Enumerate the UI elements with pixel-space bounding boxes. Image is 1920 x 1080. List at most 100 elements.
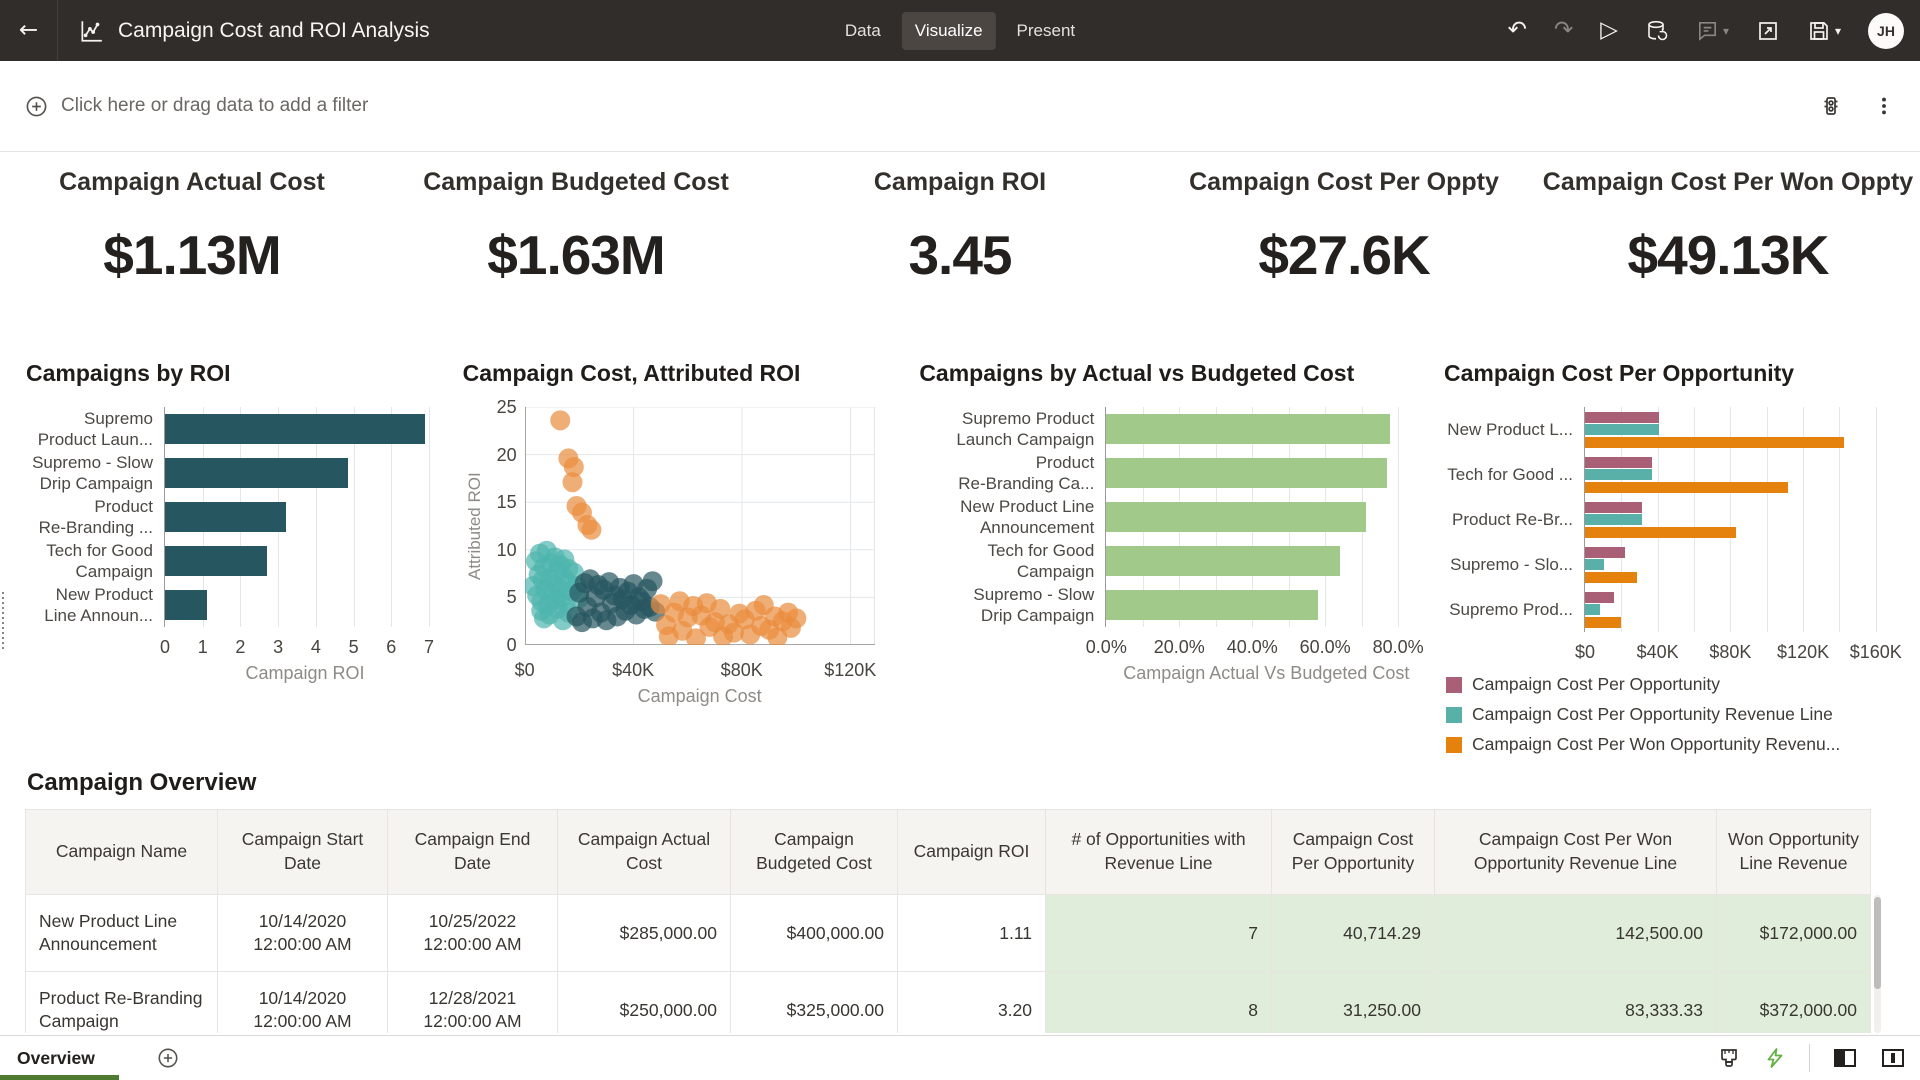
table-cell[interactable]: 10/14/2020 12:00:00 AM xyxy=(218,972,388,1034)
canvas-resize-handle[interactable] xyxy=(2,592,4,650)
bar-campaign-cost-per-opportunity[interactable] xyxy=(1585,412,1659,423)
undo-button[interactable]: ↶ xyxy=(1508,19,1527,42)
tab-present[interactable]: Present xyxy=(1004,12,1089,50)
column-header[interactable]: Campaign Name xyxy=(26,810,218,895)
kpi-tile[interactable]: Campaign Actual Cost$1.13M xyxy=(0,152,384,344)
save-menu-button[interactable]: ▾ xyxy=(1807,19,1841,43)
table-cell[interactable]: 1.11 xyxy=(898,895,1046,972)
chart-cost-per-opportunity[interactable]: Campaign Cost Per Opportunity New Produc… xyxy=(1444,344,1894,755)
bar[interactable] xyxy=(165,502,286,532)
bar[interactable] xyxy=(165,590,207,620)
bar-campaign-cost-per-opportunity[interactable] xyxy=(1585,592,1614,603)
bar-campaign-cost-per-opportunity-revenue-line[interactable] xyxy=(1585,469,1652,480)
bar[interactable] xyxy=(165,458,348,488)
bar-campaign-cost-per-opportunity-revenue-line[interactable] xyxy=(1585,559,1604,570)
column-header[interactable]: Campaign Cost Per Won Opportunity Revenu… xyxy=(1435,810,1717,895)
bar-campaign-cost-per-opportunity-revenue-line[interactable] xyxy=(1585,514,1642,525)
column-header[interactable]: Campaign Budgeted Cost xyxy=(731,810,898,895)
scatter-point[interactable] xyxy=(550,410,570,430)
table-cell[interactable]: $250,000.00 xyxy=(558,972,731,1034)
scatter-point[interactable] xyxy=(642,571,662,591)
campaign-overview-table[interactable]: Campaign NameCampaign Start DateCampaign… xyxy=(25,809,1881,1033)
chart-cost-attributed-roi[interactable]: Campaign Cost, Attributed ROI Attributed… xyxy=(463,344,903,755)
table-cell[interactable]: 8 xyxy=(1046,972,1272,1034)
toggle-left-panel-button[interactable] xyxy=(1832,1046,1858,1070)
toggle-right-panel-button[interactable] xyxy=(1880,1046,1906,1070)
kpi-tile[interactable]: Campaign Budgeted Cost$1.63M xyxy=(384,152,768,344)
bar[interactable] xyxy=(1106,414,1390,444)
bar[interactable] xyxy=(1106,458,1387,488)
axis-tick: 6 xyxy=(386,637,396,658)
bar[interactable] xyxy=(1106,546,1339,576)
table-cell[interactable]: Product Re-Branding Campaign xyxy=(26,972,218,1034)
back-button[interactable]: ← xyxy=(0,0,58,61)
legend-item[interactable]: Campaign Cost Per Won Opportunity Revenu… xyxy=(1446,734,1894,755)
table-cell[interactable]: 142,500.00 xyxy=(1435,895,1717,972)
kpi-tile[interactable]: Campaign Cost Per Won Oppty$49.13K xyxy=(1536,152,1920,344)
bar-campaign-cost-per-opportunity[interactable] xyxy=(1585,547,1625,558)
table-scrollbar[interactable] xyxy=(1874,895,1881,1033)
canvas-style-button[interactable] xyxy=(1717,1046,1741,1070)
table-cell[interactable]: 7 xyxy=(1046,895,1272,972)
add-filter-target[interactable]: Click here or drag data to add a filter xyxy=(25,95,368,118)
table-cell[interactable]: 3.20 xyxy=(898,972,1046,1034)
column-header[interactable]: Campaign End Date xyxy=(388,810,558,895)
table-cell[interactable]: 10/25/2022 12:00:00 AM xyxy=(388,895,558,972)
bar-campaign-cost-per-opportunity[interactable] xyxy=(1585,457,1652,468)
export-window-button[interactable] xyxy=(1756,19,1780,43)
canvas-menu-button[interactable] xyxy=(1873,95,1895,117)
bar[interactable] xyxy=(1106,502,1366,532)
canvas-tab-overview[interactable]: Overview xyxy=(17,1048,95,1069)
table-scrollbar-thumb[interactable] xyxy=(1874,897,1881,989)
pinned-filters-button[interactable] xyxy=(1819,94,1843,118)
column-header[interactable]: Campaign Start Date xyxy=(218,810,388,895)
redo-button[interactable]: ↷ xyxy=(1554,19,1573,42)
table-row[interactable]: New Product Line Announcement10/14/2020 … xyxy=(26,895,1871,972)
bar[interactable] xyxy=(165,546,267,576)
chart-campaigns-by-roi[interactable]: Campaigns by ROI SupremoProduct Laun...S… xyxy=(26,344,446,755)
kpi-tile[interactable]: Campaign ROI3.45 xyxy=(768,152,1152,344)
table-cell[interactable]: 12/28/2021 12:00:00 AM xyxy=(388,972,558,1034)
add-canvas-button[interactable] xyxy=(157,1047,179,1069)
table-cell[interactable]: $285,000.00 xyxy=(558,895,731,972)
bar[interactable] xyxy=(165,414,425,444)
bar-campaign-cost-per-opportunity-revenue-line[interactable] xyxy=(1585,424,1659,435)
scatter-point[interactable] xyxy=(581,520,601,540)
bar-campaign-cost-per-won-opportunity-revenu-[interactable] xyxy=(1585,572,1637,583)
bar[interactable] xyxy=(1106,590,1318,620)
chart-actual-vs-budgeted[interactable]: Campaigns by Actual vs Budgeted Cost Sup… xyxy=(919,344,1427,755)
table-cell[interactable]: 10/14/2020 12:00:00 AM xyxy=(218,895,388,972)
bar-campaign-cost-per-won-opportunity-revenu-[interactable] xyxy=(1585,527,1736,538)
column-header[interactable]: Won Opportunity Line Revenue xyxy=(1717,810,1871,895)
scatter-point[interactable] xyxy=(786,608,806,628)
kpi-tile[interactable]: Campaign Cost Per Oppty$27.6K xyxy=(1152,152,1536,344)
scatter-point[interactable] xyxy=(562,472,582,492)
table-cell[interactable]: 40,714.29 xyxy=(1272,895,1435,972)
table-cell[interactable]: $400,000.00 xyxy=(731,895,898,972)
column-header[interactable]: Campaign Actual Cost xyxy=(558,810,731,895)
table-cell[interactable]: $172,000.00 xyxy=(1717,895,1871,972)
bar-campaign-cost-per-won-opportunity-revenu-[interactable] xyxy=(1585,482,1788,493)
refresh-visuals-button[interactable]: ▷ xyxy=(1600,19,1618,42)
column-header[interactable]: # of Opportunities with Revenue Line xyxy=(1046,810,1272,895)
table-cell[interactable]: $325,000.00 xyxy=(731,972,898,1034)
table-cell[interactable]: $372,000.00 xyxy=(1717,972,1871,1034)
notes-menu-button[interactable]: ▾ xyxy=(1696,19,1729,42)
auto-insights-button[interactable] xyxy=(1763,1046,1787,1070)
table-cell[interactable]: 31,250.00 xyxy=(1272,972,1435,1034)
bar-campaign-cost-per-won-opportunity-revenu-[interactable] xyxy=(1585,437,1844,448)
bar-campaign-cost-per-opportunity-revenue-line[interactable] xyxy=(1585,604,1600,615)
refresh-data-button[interactable] xyxy=(1645,19,1669,43)
user-avatar[interactable]: JH xyxy=(1868,13,1904,49)
table-cell[interactable]: New Product Line Announcement xyxy=(26,895,218,972)
table-cell[interactable]: 83,333.33 xyxy=(1435,972,1717,1034)
tab-data[interactable]: Data xyxy=(832,12,894,50)
bar-campaign-cost-per-opportunity[interactable] xyxy=(1585,502,1642,513)
column-header[interactable]: Campaign ROI xyxy=(898,810,1046,895)
tab-visualize[interactable]: Visualize xyxy=(902,12,996,50)
table-row[interactable]: Product Re-Branding Campaign10/14/2020 1… xyxy=(26,972,1871,1034)
bar-campaign-cost-per-won-opportunity-revenu-[interactable] xyxy=(1585,617,1621,628)
column-header[interactable]: Campaign Cost Per Opportunity xyxy=(1272,810,1435,895)
legend-item[interactable]: Campaign Cost Per Opportunity xyxy=(1446,674,1894,695)
legend-item[interactable]: Campaign Cost Per Opportunity Revenue Li… xyxy=(1446,704,1894,725)
